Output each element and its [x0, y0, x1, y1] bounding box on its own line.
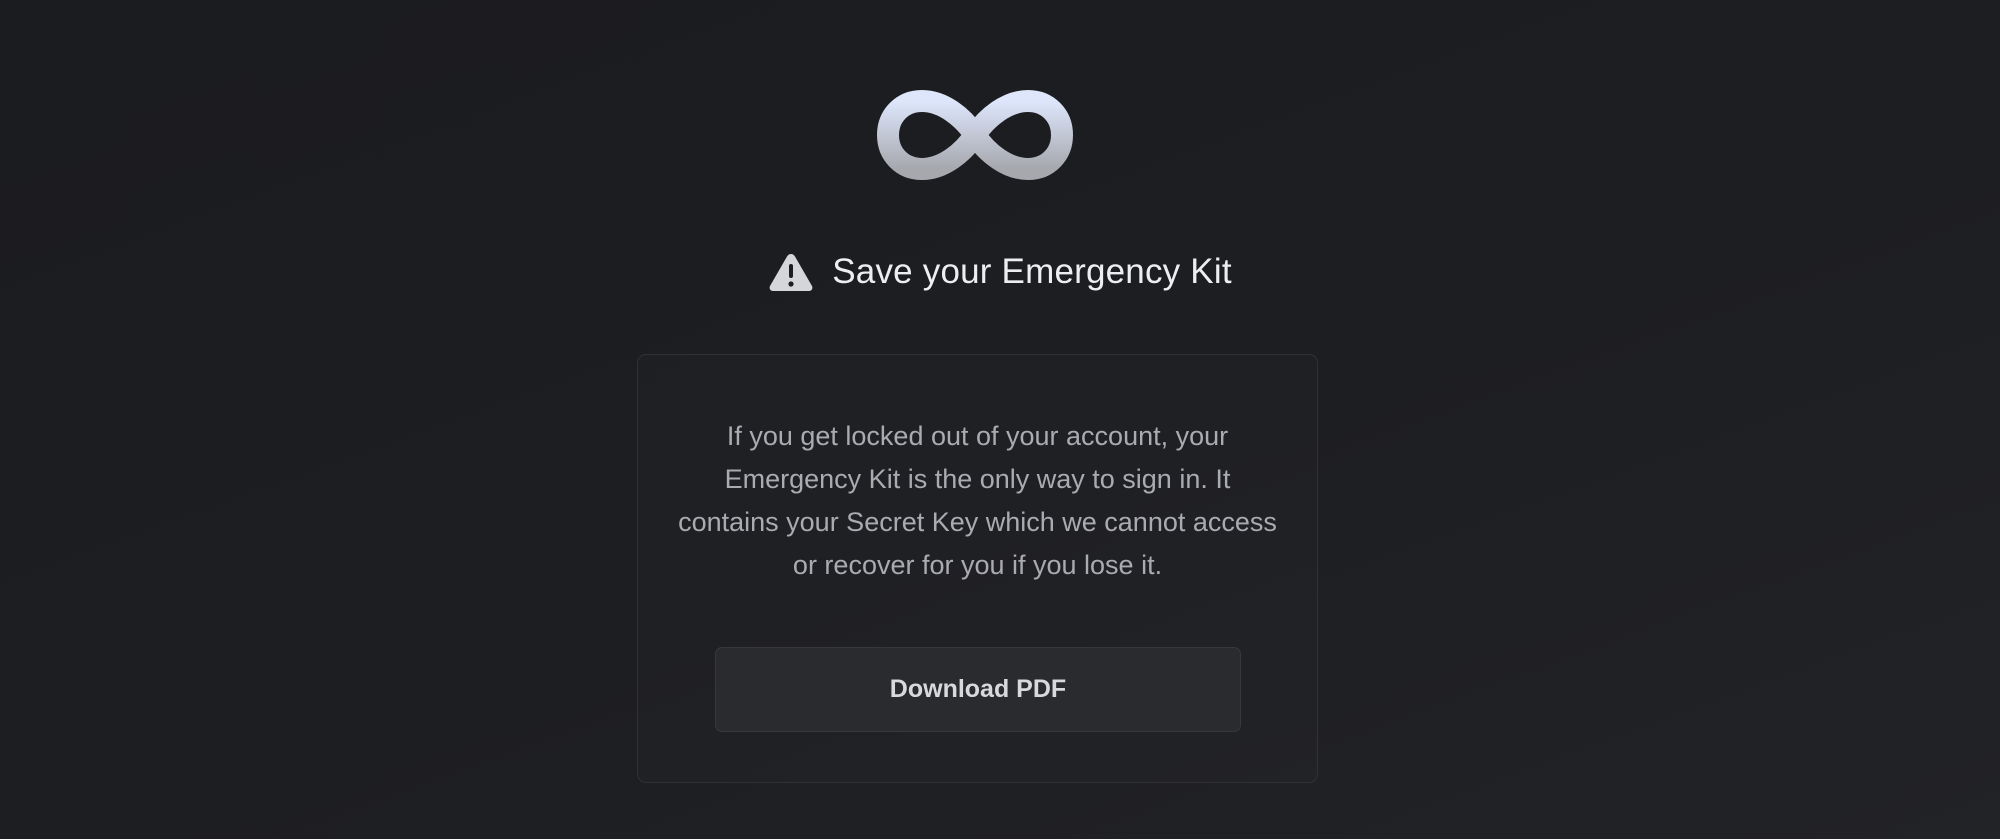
download-pdf-button[interactable]: Download PDF — [715, 647, 1241, 732]
infinity-logo-icon — [877, 90, 1073, 180]
page-heading: Save your Emergency Kit — [0, 244, 2000, 300]
emergency-kit-description: If you get locked out of your account, y… — [678, 421, 1277, 580]
emergency-kit-card: If you get locked out of your account, y… — [637, 354, 1318, 783]
page-title: Save your Emergency Kit — [832, 252, 1232, 291]
warning-icon — [769, 254, 813, 291]
